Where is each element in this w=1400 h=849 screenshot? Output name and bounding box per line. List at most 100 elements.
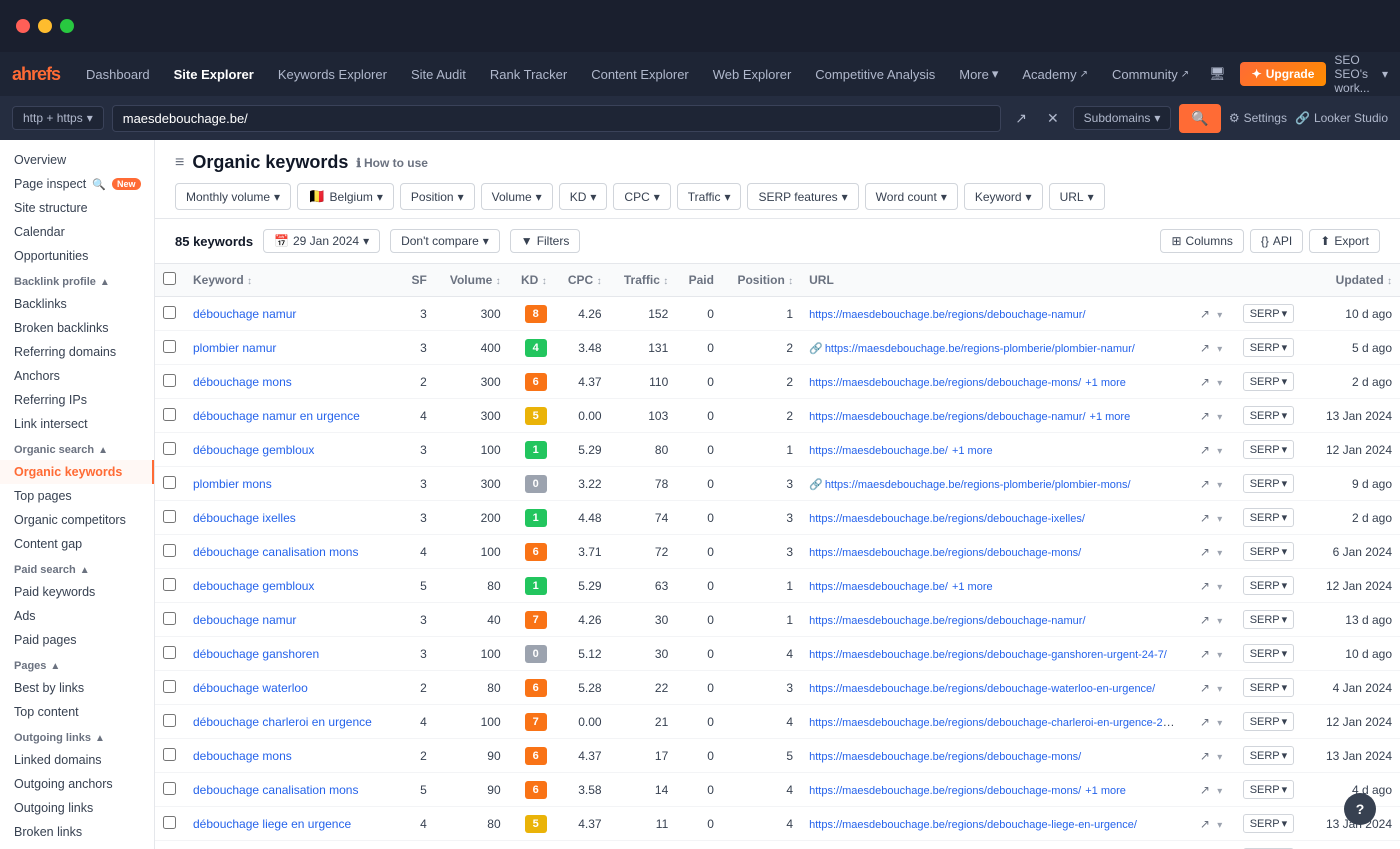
columns-button[interactable]: ⊞ Columns (1160, 229, 1243, 253)
keyword-link[interactable]: débouchage ganshoren (193, 647, 319, 661)
more-links-link[interactable]: +1 more (1090, 411, 1131, 423)
trend-button[interactable]: ↗ (1196, 407, 1214, 425)
serp-button[interactable]: SERP ▾ (1243, 474, 1295, 493)
logo[interactable]: ahrefs (12, 64, 60, 85)
trend-button[interactable]: ↗ (1196, 509, 1214, 527)
row-checkbox[interactable] (163, 510, 176, 523)
row-checkbox[interactable] (163, 476, 176, 489)
trend-button[interactable]: ↗ (1196, 373, 1214, 391)
keyword-link[interactable]: débouchage canalisation mons (193, 545, 358, 559)
trend-button[interactable]: ↗ (1196, 305, 1214, 323)
url-link[interactable]: https://maesdebouchage.be/regions/debouc… (809, 785, 1081, 797)
filter-cpc[interactable]: CPC ▾ (613, 183, 670, 210)
trend-button[interactable]: ↗ (1196, 713, 1214, 731)
serp-button[interactable]: SERP ▾ (1243, 780, 1295, 799)
row-checkbox[interactable] (163, 646, 176, 659)
sidebar-section-backlink[interactable]: Backlink profile ▲ (0, 268, 154, 292)
sidebar-broken-links[interactable]: Broken links (0, 820, 154, 844)
serp-button[interactable]: SERP ▾ (1243, 338, 1295, 357)
compare-selector[interactable]: Don't compare ▾ (390, 229, 500, 253)
filter-kd[interactable]: KD ▾ (559, 183, 608, 210)
keyword-link[interactable]: debouchage canalisation mons (193, 783, 358, 797)
th-sf[interactable]: SF (400, 264, 435, 297)
nav-site-audit[interactable]: Site Audit (401, 61, 476, 88)
sidebar-top-content[interactable]: Top content (0, 700, 154, 724)
keyword-link[interactable]: débouchage ixelles (193, 511, 296, 525)
filter-position[interactable]: Position ▾ (400, 183, 475, 210)
keyword-link[interactable]: débouchage charleroi en urgence (193, 715, 372, 729)
sidebar-ads[interactable]: Ads (0, 604, 154, 628)
keyword-link[interactable]: débouchage namur en urgence (193, 409, 360, 423)
serp-button[interactable]: SERP ▾ (1243, 542, 1295, 561)
keyword-link[interactable]: débouchage gembloux (193, 443, 314, 457)
th-traffic[interactable]: Traffic ↕ (610, 264, 677, 297)
row-checkbox[interactable] (163, 612, 176, 625)
url-link[interactable]: https://maesdebouchage.be/regions/debouc… (809, 649, 1167, 661)
serp-button[interactable]: SERP ▾ (1243, 304, 1295, 323)
looker-studio-button[interactable]: 🔗 Looker Studio (1295, 111, 1388, 125)
trend-button[interactable]: ↗ (1196, 577, 1214, 595)
sidebar-link-intersect[interactable]: Link intersect (0, 412, 154, 436)
monitor-icon[interactable]: 🖥 (1203, 62, 1232, 86)
protocol-selector[interactable]: http + https ▾ (12, 106, 104, 130)
url-input[interactable] (112, 105, 1001, 132)
sidebar-top-pages[interactable]: Top pages (0, 484, 154, 508)
keyword-link[interactable]: débouchage namur (193, 307, 296, 321)
keyword-link[interactable]: plombier mons (193, 477, 272, 491)
th-url[interactable]: URL (801, 264, 1188, 297)
traffic-light-yellow[interactable] (38, 19, 52, 33)
sidebar-section-pages[interactable]: Pages ▲ (0, 652, 154, 676)
trend-button[interactable]: ↗ (1196, 679, 1214, 697)
serp-button[interactable]: SERP ▾ (1243, 746, 1295, 765)
url-link[interactable]: https://maesdebouchage.be/ (809, 445, 948, 457)
more-links-link[interactable]: +1 more (1085, 377, 1126, 389)
url-link[interactable]: https://maesdebouchage.be/regions/debouc… (809, 547, 1081, 559)
nav-rank-tracker[interactable]: Rank Tracker (480, 61, 577, 88)
row-checkbox[interactable] (163, 714, 176, 727)
search-button[interactable]: 🔍 (1179, 104, 1220, 133)
filter-word-count[interactable]: Word count ▾ (865, 183, 958, 210)
trend-button[interactable]: ↗ (1196, 645, 1214, 663)
row-checkbox[interactable] (163, 408, 176, 421)
row-checkbox[interactable] (163, 680, 176, 693)
serp-button[interactable]: SERP ▾ (1243, 814, 1295, 833)
filter-traffic[interactable]: Traffic ▾ (677, 183, 742, 210)
workspace-selector[interactable]: SEO SEO's work... ▾ (1334, 53, 1388, 95)
row-checkbox[interactable] (163, 816, 176, 829)
sidebar-section-organic[interactable]: Organic search ▲ (0, 436, 154, 460)
sidebar-referring-ips[interactable]: Referring IPs (0, 388, 154, 412)
row-checkbox[interactable] (163, 374, 176, 387)
how-to-use-link[interactable]: ℹ How to use (356, 156, 428, 170)
sidebar-overview[interactable]: Overview (0, 148, 154, 172)
row-checkbox[interactable] (163, 782, 176, 795)
trend-button[interactable]: ↗ (1196, 781, 1214, 799)
sidebar-section-paid[interactable]: Paid search ▲ (0, 556, 154, 580)
nav-community[interactable]: Community ↗ (1102, 61, 1199, 88)
more-links-link[interactable]: +1 more (1085, 785, 1126, 797)
th-updated[interactable]: Updated ↕ (1309, 264, 1400, 297)
th-volume[interactable]: Volume ↕ (435, 264, 509, 297)
sidebar-organic-keywords[interactable]: Organic keywords (0, 460, 154, 484)
nav-content-explorer[interactable]: Content Explorer (581, 61, 699, 88)
th-cpc[interactable]: CPC ↕ (555, 264, 610, 297)
clear-url-icon[interactable]: ✕ (1041, 106, 1065, 131)
sidebar-linked-domains[interactable]: Linked domains (0, 748, 154, 772)
keyword-link[interactable]: plombier namur (193, 341, 276, 355)
sidebar-best-by-links[interactable]: Best by links (0, 676, 154, 700)
url-link[interactable]: https://maesdebouchage.be/regions/debouc… (809, 751, 1081, 763)
serp-button[interactable]: SERP ▾ (1243, 610, 1295, 629)
sidebar-calendar[interactable]: Calendar (0, 220, 154, 244)
sidebar-section-internal[interactable]: Internal links New ▲ (0, 844, 154, 849)
url-link[interactable]: https://maesdebouchage.be/regions-plombe… (825, 343, 1135, 355)
sidebar-referring-domains[interactable]: Referring domains (0, 340, 154, 364)
serp-button[interactable]: SERP ▾ (1243, 712, 1295, 731)
keyword-link[interactable]: debouchage namur (193, 613, 296, 627)
row-checkbox[interactable] (163, 544, 176, 557)
sidebar-backlinks[interactable]: Backlinks (0, 292, 154, 316)
url-link[interactable]: https://maesdebouchage.be/regions/debouc… (809, 715, 1181, 729)
trend-button[interactable]: ↗ (1196, 747, 1214, 765)
subdomains-selector[interactable]: Subdomains ▾ (1073, 106, 1172, 130)
more-links-link[interactable]: +1 more (952, 445, 993, 457)
api-button[interactable]: {} API (1250, 229, 1303, 253)
url-link[interactable]: https://maesdebouchage.be/regions/debouc… (809, 819, 1137, 831)
